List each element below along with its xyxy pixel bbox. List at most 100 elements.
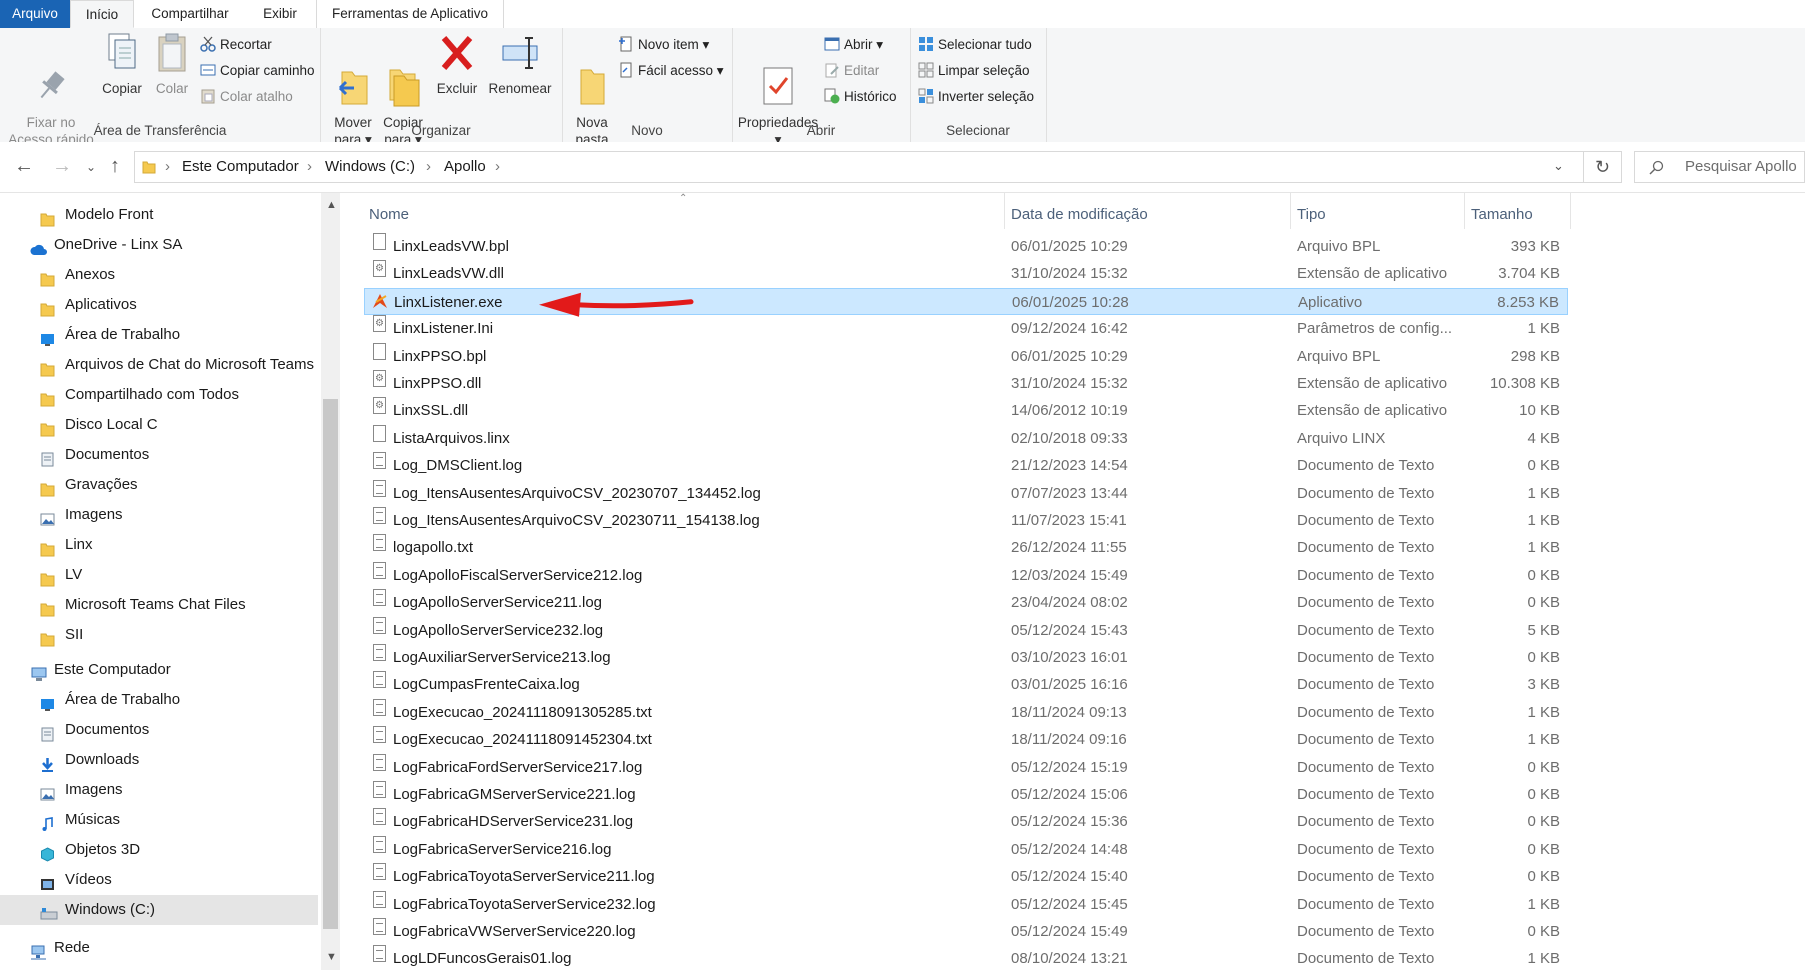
file-row[interactable]: LogCumpasFrenteCaixa.log 03/01/2025 16:16… [364,671,1568,698]
paste-shortcut-button[interactable]: Colar atalho [200,86,293,108]
sidebar-item-linx[interactable]: Linx [0,530,318,560]
sidebar-item-disco-local-c[interactable]: Disco Local C [0,410,318,440]
sidebar-item-videos[interactable]: Vídeos [0,865,318,895]
sidebar-item-anexos[interactable]: Anexos [0,260,318,290]
invert-selection-button[interactable]: Inverter seleção [918,86,1034,108]
up-arrow-icon[interactable]: ↑ [110,155,120,178]
copy-button[interactable]: Copiar [98,32,146,97]
file-row[interactable]: LinxLeadsVW.bpl 06/01/2025 10:29 Arquivo B… [364,233,1568,260]
sidebar-item-imagens[interactable]: Imagens [0,775,318,805]
tab-exibir[interactable]: Exibir [248,0,312,28]
column-divider[interactable] [1570,193,1571,229]
search-input[interactable]: Pesquisar Apollo [1634,151,1805,183]
sidebar-item-gravacoes[interactable]: Gravações [0,470,318,500]
sidebar-item-lv[interactable]: LV [0,560,318,590]
sidebar-item-compartilhado-com-todos[interactable]: Compartilhado com Todos [0,380,318,410]
sidebar-item-imagens[interactable]: Imagens [0,500,318,530]
copy-path-button[interactable]: Copiar caminho [200,60,315,82]
file-row[interactable]: LogApolloServerService211.log 23/04/2024 … [364,589,1568,616]
breadcrumb-windows-c[interactable]: Windows (C:) [325,158,415,175]
sidebar-item-documentos[interactable]: Documentos [0,440,318,470]
file-row[interactable]: LogAuxiliarServerService213.log 03/10/202… [364,644,1568,671]
column-header-date[interactable]: Data de modificação [1011,201,1291,229]
tab-arquivo[interactable]: Arquivo [0,0,70,28]
file-row[interactable]: LogFabricaServerService216.log 05/12/2024… [364,835,1568,863]
sidebar-item-sii[interactable]: SII [0,620,318,650]
sidebar-item-area-de-trabalho[interactable]: Área de Trabalho [0,320,318,350]
file-row[interactable]: LinxListener.exe 06/01/2025 10:28 Aplicati… [364,287,1568,315]
file-row[interactable]: LogLDFuncosGerais01.log 08/10/2024 13:21 D… [364,945,1568,970]
sidebar-item-windows-c[interactable]: Windows (C:) [0,895,318,925]
file-row[interactable]: LogApolloFiscalServerService212.log 12/03… [364,561,1568,589]
file-size: 0 KB [1527,923,1560,940]
scrollbar-thumb[interactable] [323,399,338,929]
sidebar-item-este-computador[interactable]: Este Computador [0,655,318,685]
sidebar-item-documentos[interactable]: Documentos [0,715,318,745]
sidebar-item-modelo-front[interactable]: Modelo Front [0,200,318,230]
breadcrumb-apollo[interactable]: Apollo [444,158,486,175]
refresh-icon[interactable]: ↻ [1584,151,1622,183]
file-row[interactable]: LinxPPSO.dll 31/10/2024 15:32 Extensão de … [364,365,1568,397]
cut-button[interactable]: Recortar [200,34,272,56]
select-none-button[interactable]: Limpar seleção [918,60,1030,82]
column-divider[interactable] [1004,193,1005,229]
history-button[interactable]: Histórico [824,86,897,108]
file-row[interactable]: LogFabricaGMServerService221.log 05/12/20… [364,781,1568,808]
tab-ferramentas-de-aplicativo[interactable]: Ferramentas de Aplicativo [316,0,504,28]
column-header-type[interactable]: Tipo [1297,201,1465,229]
file-row[interactable]: LogFabricaToyotaServerService211.log 05/1… [364,863,1568,890]
select-all-button[interactable]: Selecionar tudo [918,34,1032,56]
file-row[interactable]: logapollo.txt 26/12/2024 11:55 Documento d… [364,534,1568,561]
address-bar[interactable]: › Este Computador › Windows (C:) › Apoll… [134,151,1584,183]
sidebar-item-microsoft-teams-chat-files[interactable]: Microsoft Teams Chat Files [0,590,318,620]
breadcrumb-este-computador[interactable]: Este Computador [182,158,299,175]
back-arrow-icon[interactable]: ← [14,155,34,178]
file-row[interactable]: Log_DMSClient.log 21/12/2023 14:54 Documen… [364,452,1568,479]
recent-locations-chevron-icon[interactable]: ⌄ [86,160,96,174]
file-row[interactable]: ListaArquivos.linx 02/10/2018 09:33 Arquiv… [364,424,1568,452]
file-type: Arquivo LINX [1297,429,1386,447]
paste-button[interactable]: Colar [148,32,196,97]
file-row[interactable]: Log_ItensAusentesArquivoCSV_20230707_134… [364,479,1568,507]
scroll-up-arrow-icon[interactable]: ▲ [326,199,337,211]
rename-button[interactable]: Renomear [484,32,556,97]
tab-compartilhar[interactable]: Compartilhar [136,0,244,28]
address-dropdown-chevron-icon[interactable]: ⌄ [1553,158,1564,174]
column-divider[interactable] [1464,193,1465,229]
file-date: 05/12/2024 15:19 [1011,758,1128,776]
file-row[interactable]: LogApolloServerService232.log 05/12/2024 … [364,616,1568,644]
scroll-down-arrow-icon[interactable]: ▼ [326,951,337,963]
new-item-button[interactable]: Novo item ▾ [618,34,709,56]
easy-access-button[interactable]: Fácil acesso ▾ [618,60,724,82]
sidebar-item-arquivos-de-chat-do-microsoft-teams[interactable]: Arquivos de Chat do Microsoft Teams [0,350,318,380]
file-row[interactable]: LogFabricaToyotaServerService232.log 05/1… [364,890,1568,918]
sidebar-item-objetos-3d[interactable]: Objetos 3D [0,835,318,865]
file-row[interactable]: Log_ItensAusentesArquivoCSV_20230711_154… [364,507,1568,534]
file-icon [373,424,386,442]
column-header-size[interactable]: Tamanho [1471,201,1571,229]
sidebar-item-onedrive-linx-sa[interactable]: OneDrive - Linx SA [0,230,318,260]
sidebar-item-label: Downloads [65,751,140,768]
delete-button[interactable]: Excluir [434,32,480,97]
sidebar-item-rede[interactable]: Rede [0,933,318,963]
file-row[interactable]: LogFabricaVWServerService220.log 05/12/20… [364,918,1568,945]
forward-arrow-icon[interactable]: → [52,155,72,178]
sidebar-item-downloads[interactable]: Downloads [0,745,318,775]
tab-inicio[interactable]: Início [70,0,134,28]
sidebar-item-area-de-trabalho[interactable]: Área de Trabalho [0,685,318,715]
sidebar-item-musicas[interactable]: Músicas [0,805,318,835]
navigation-pane-scrollbar[interactable]: ▲ ▼ [321,193,340,970]
sidebar-item-aplicativos[interactable]: Aplicativos [0,290,318,320]
edit-button[interactable]: Editar [824,60,879,82]
file-row[interactable]: LogFabricaFordServerService217.log 05/12/… [364,753,1568,781]
column-header-name[interactable]: Nome [365,201,1005,229]
file-row[interactable]: LogFabricaHDServerService231.log 05/12/20… [364,808,1568,835]
file-row[interactable]: LinxPPSO.bpl 06/01/2025 10:29 Arquivo BPL 2… [364,342,1568,370]
file-row[interactable]: LinxListener.Ini 09/12/2024 16:42 Parâmetr… [364,310,1568,342]
open-button[interactable]: Abrir ▾ [824,34,883,56]
column-divider[interactable] [1290,193,1291,229]
file-row[interactable]: LogExecucao_20241118091305285.txt 18/11/2… [364,698,1568,726]
file-row[interactable]: LinxSSL.dll 14/06/2012 10:19 Extensão de a… [364,392,1568,424]
file-row[interactable]: LinxLeadsVW.dll 31/10/2024 15:32 Extensão … [364,255,1568,287]
file-row[interactable]: LogExecucao_20241118091452304.txt 18/11/2… [364,726,1568,753]
